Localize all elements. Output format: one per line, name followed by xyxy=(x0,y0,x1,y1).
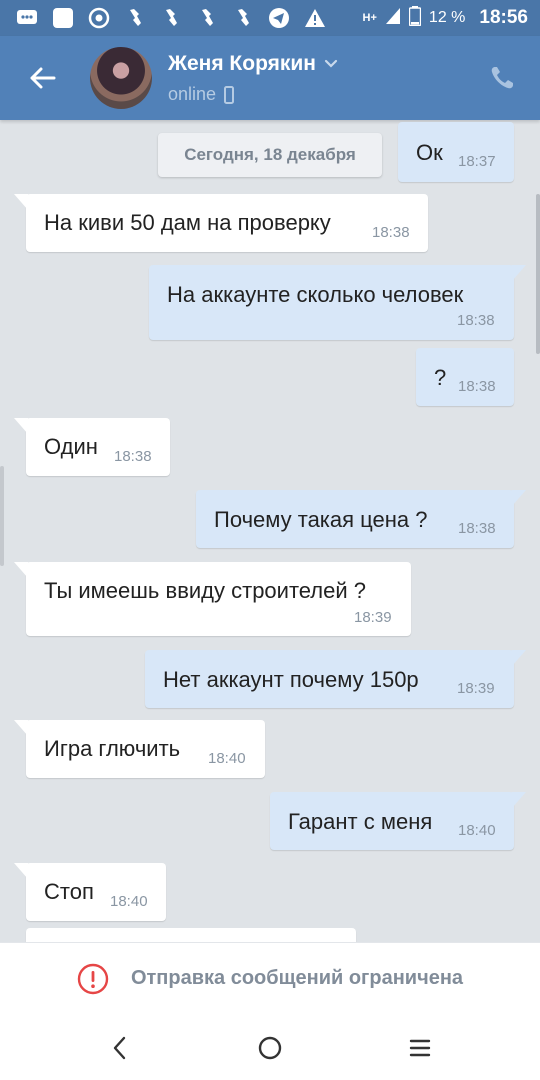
chrome-icon xyxy=(88,7,110,29)
message-text: Один xyxy=(44,434,98,459)
status-time: 18:56 xyxy=(479,7,528,28)
message-text: Нет аккаунт почему 150р xyxy=(163,667,419,692)
message-time: 18:38 xyxy=(458,520,496,537)
nav-menu-button[interactable] xyxy=(402,1030,438,1066)
battery-percent: 12 % xyxy=(428,9,466,26)
back-button[interactable] xyxy=(22,60,62,96)
battery-icon xyxy=(408,5,422,31)
message-time: 18:37 xyxy=(458,153,496,170)
chevron-down-icon xyxy=(324,59,338,68)
nav-back-button[interactable] xyxy=(102,1030,138,1066)
messaging-restricted-bar: Отправка сообщений ограничена xyxy=(0,942,540,1014)
telegram-icon xyxy=(268,7,290,29)
avatar[interactable] xyxy=(90,47,152,109)
message-bubble-outgoing[interactable]: На аккаунте сколько человек 18:38 xyxy=(149,265,526,340)
message-list[interactable]: Ок 18:37 Сегодня, 18 декабря На киви 50 … xyxy=(0,120,540,942)
message-bubble-incoming[interactable]: Ты имеешь ввиду строителей ? 18:39 xyxy=(14,562,411,636)
message-text: Почему такая цена ? xyxy=(214,507,428,532)
message-time: 18:38 xyxy=(457,312,495,329)
message-text: Стоп xyxy=(44,879,94,904)
nav-home-button[interactable] xyxy=(252,1030,288,1066)
whatsapp-icon xyxy=(232,7,254,29)
call-button[interactable] xyxy=(484,60,520,96)
message-time: 18:38 xyxy=(114,448,152,465)
message-text: На аккаунте сколько человек xyxy=(167,282,464,307)
message-text: Гарант с меня xyxy=(288,809,433,834)
status-text: online xyxy=(168,84,217,104)
message-text: На киви 50 дам на проверку xyxy=(44,210,331,235)
message-bubble-incoming[interactable]: Игра глючить 18:40 xyxy=(14,720,265,778)
whatsapp-icon xyxy=(196,7,218,29)
message-bubble-incoming[interactable]: Один 18:38 xyxy=(14,418,170,476)
whatsapp-icon xyxy=(124,7,146,29)
message-time: 18:40 xyxy=(110,893,148,910)
message-text: ? xyxy=(434,365,447,390)
menu-icon xyxy=(409,1039,431,1057)
message-time: 18:40 xyxy=(208,750,246,767)
chevron-left-icon xyxy=(113,1036,126,1060)
exclamation-circle-icon xyxy=(77,963,109,994)
chat-notification-icon xyxy=(16,7,38,29)
signal-icon xyxy=(385,7,401,30)
message-bubble-incoming[interactable]: Стоп 18:40 xyxy=(14,863,166,921)
message-bubble-outgoing[interactable]: Гарант с меня 18:40 xyxy=(270,792,526,850)
message-time: 18:39 xyxy=(354,609,392,626)
warning-icon xyxy=(304,7,326,29)
mobile-icon xyxy=(224,85,235,104)
phone-icon xyxy=(491,67,513,89)
message-time: 18:38 xyxy=(372,224,410,241)
network-type: H+ xyxy=(362,12,377,24)
message-bubble-outgoing[interactable]: Нет аккаунт почему 150р 18:39 xyxy=(145,650,526,708)
home-circle-icon xyxy=(258,1036,282,1060)
chat-header: Женя Корякин online xyxy=(0,36,540,120)
message-text: Игра глючить xyxy=(44,736,181,761)
message-bubble-outgoing[interactable]: Почему такая цена ? 18:38 xyxy=(196,490,526,548)
edge-handle xyxy=(0,466,4,566)
arrow-left-icon xyxy=(30,67,56,89)
contact-name: Женя Корякин xyxy=(168,52,316,75)
message-text: Ок xyxy=(416,140,443,165)
contact-name-row[interactable]: Женя Корякин xyxy=(168,52,338,76)
app-notification-icon xyxy=(52,7,74,29)
message-bubble-outgoing[interactable]: Ок 18:37 xyxy=(398,122,514,182)
message-time: 18:40 xyxy=(458,822,496,839)
status-bar: H+ 12 % 18:56 xyxy=(0,0,540,36)
system-nav-bar xyxy=(0,1014,540,1080)
message-bubble-outgoing[interactable]: ? 18:38 xyxy=(416,348,514,406)
message-time: 18:39 xyxy=(457,680,495,697)
restriction-text: Отправка сообщений ограничена xyxy=(130,967,464,989)
whatsapp-icon xyxy=(160,7,182,29)
message-bubble-incoming[interactable]: На киви 50 дам на проверку 18:38 xyxy=(14,194,428,252)
scrollbar[interactable] xyxy=(536,194,540,354)
message-time: 18:38 xyxy=(458,378,496,395)
online-status: online xyxy=(168,84,235,105)
message-bubble-incoming[interactable] xyxy=(26,928,356,942)
date-divider: Сегодня, 18 декабря xyxy=(158,133,382,177)
message-text: Ты имеешь ввиду строителей ? xyxy=(44,578,366,603)
